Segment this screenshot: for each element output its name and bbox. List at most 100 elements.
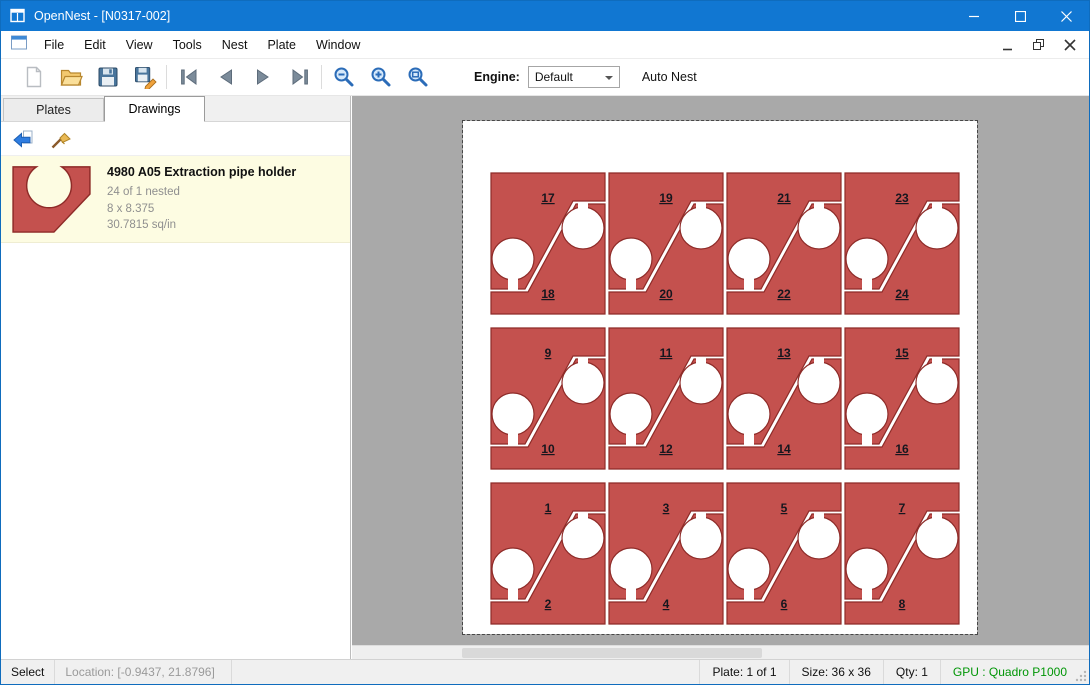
part-number-label[interactable]: 11 [660, 346, 673, 360]
nest-pair-cell: 21 22 [727, 173, 841, 314]
zoom-out-button[interactable] [325, 62, 362, 92]
nest-canvas[interactable]: 171819202122232491011121314151612345678 [352, 96, 1089, 659]
mdi-minimize-icon[interactable] [999, 36, 1017, 54]
cutout-opening [862, 271, 872, 291]
save-button[interactable] [89, 62, 126, 92]
open-file-button[interactable] [52, 62, 89, 92]
auto-nest-button[interactable]: Auto Nest [642, 70, 697, 84]
status-mode: Select [1, 660, 55, 684]
new-file-icon [22, 65, 46, 89]
part-number-label[interactable]: 22 [777, 287, 791, 301]
mdi-restore-icon[interactable] [1030, 36, 1048, 54]
import-arrow-icon [11, 127, 35, 151]
title-bar: OpenNest - [N0317-002] [1, 1, 1089, 31]
part-number-label[interactable]: 2 [545, 597, 552, 611]
nest-pair-cell: 13 14 [727, 328, 841, 469]
part-number-label[interactable]: 9 [545, 346, 552, 360]
go-first-icon [177, 65, 201, 89]
cutout-opening [932, 357, 942, 371]
new-file-button[interactable] [15, 62, 52, 92]
part-number-label[interactable]: 20 [659, 287, 673, 301]
part-number-label[interactable]: 12 [659, 442, 673, 456]
drawing-list-item[interactable]: 4980 A05 Extraction pipe holder 24 of 1 … [1, 156, 350, 243]
zoom-out-icon [332, 65, 356, 89]
part-number-label[interactable]: 24 [895, 287, 909, 301]
first-plate-button[interactable] [170, 62, 207, 92]
window-title: OpenNest - [N0317-002] [34, 9, 170, 23]
import-drawing-button[interactable] [8, 125, 38, 153]
menu-window[interactable]: Window [306, 32, 370, 58]
engine-select[interactable]: Default [528, 66, 620, 88]
cutout-opening [696, 357, 706, 371]
menu-nest[interactable]: Nest [212, 32, 258, 58]
cutout-opening [814, 512, 824, 526]
cutout-opening [862, 581, 872, 601]
drawing-area: 30.7815 sq/in [107, 217, 296, 234]
cutout-opening [814, 202, 824, 216]
zoom-in-icon [369, 65, 393, 89]
engine-label: Engine: [474, 70, 520, 84]
cutout-opening [626, 426, 636, 446]
zoom-fit-button[interactable] [399, 62, 436, 92]
clear-drawings-button[interactable] [45, 125, 75, 153]
go-next-icon [251, 65, 275, 89]
nest-pair-cell: 11 12 [609, 328, 723, 469]
cutout-opening [626, 271, 636, 291]
part-number-label[interactable]: 21 [777, 191, 791, 205]
part-number-label[interactable]: 19 [659, 191, 673, 205]
resize-grip[interactable] [1075, 670, 1087, 682]
menu-edit[interactable]: Edit [74, 32, 116, 58]
part-number-label[interactable]: 3 [663, 501, 670, 515]
go-previous-icon [214, 65, 238, 89]
status-location: Location: [-0.9437, 21.8796] [55, 660, 231, 684]
menu-view[interactable]: View [116, 32, 163, 58]
nest-pair-cell: 1516 [845, 328, 959, 469]
part-number-label[interactable]: 16 [895, 442, 909, 456]
scrollbar-thumb[interactable] [462, 648, 762, 658]
window-minimize-button[interactable] [951, 1, 997, 31]
broom-icon [48, 127, 72, 151]
cutout-opening [578, 357, 588, 371]
part-number-label[interactable]: 6 [781, 597, 788, 611]
part-number-label[interactable]: 1 [545, 501, 552, 515]
open-folder-icon [59, 65, 83, 89]
cutout-opening [744, 271, 754, 291]
next-plate-button[interactable] [244, 62, 281, 92]
part-number-label[interactable]: 8 [899, 597, 906, 611]
part-number-label[interactable]: 4 [663, 597, 670, 611]
window-close-button[interactable] [1043, 1, 1089, 31]
horizontal-scrollbar[interactable] [352, 645, 1089, 659]
nest-pair-cell: 1920 [609, 173, 723, 314]
plate[interactable]: 171819202122232491011121314151612345678 [463, 121, 977, 634]
chevron-down-icon [605, 76, 613, 80]
nest-pair-cell: 12 [491, 483, 605, 624]
status-gpu: GPU : Quadro P1000 [940, 660, 1089, 684]
save-as-button[interactable] [126, 62, 163, 92]
part-number-label[interactable]: 23 [895, 191, 909, 205]
last-plate-button[interactable] [281, 62, 318, 92]
tab-drawings[interactable]: Drawings [104, 96, 205, 122]
status-size: Size: 36 x 36 [789, 660, 883, 684]
window-maximize-button[interactable] [997, 1, 1043, 31]
previous-plate-button[interactable] [207, 62, 244, 92]
nest-layout: 171819202122232491011121314151612345678 [463, 121, 977, 634]
part-number-label[interactable]: 15 [895, 346, 909, 360]
zoom-in-button[interactable] [362, 62, 399, 92]
part-number-label[interactable]: 14 [777, 442, 791, 456]
part-number-label[interactable]: 10 [541, 442, 555, 456]
part-number-label[interactable]: 5 [781, 501, 788, 515]
part-number-label[interactable]: 7 [899, 501, 906, 515]
tab-plates[interactable]: Plates [3, 98, 104, 121]
left-panel: Plates Drawings 4980 A05 Extraction pipe… [1, 96, 351, 659]
toolbar-separator [166, 65, 167, 89]
menu-plate[interactable]: Plate [257, 32, 306, 58]
cutout-opening [932, 202, 942, 216]
tab-strip: Plates Drawings [1, 96, 350, 122]
part-number-label[interactable]: 18 [541, 287, 555, 301]
part-number-label[interactable]: 13 [777, 346, 791, 360]
part-number-label[interactable]: 17 [541, 191, 555, 205]
nest-pair-cell: 56 [727, 483, 841, 624]
menu-tools[interactable]: Tools [163, 32, 212, 58]
mdi-close-icon[interactable] [1061, 36, 1079, 54]
menu-file[interactable]: File [34, 32, 74, 58]
